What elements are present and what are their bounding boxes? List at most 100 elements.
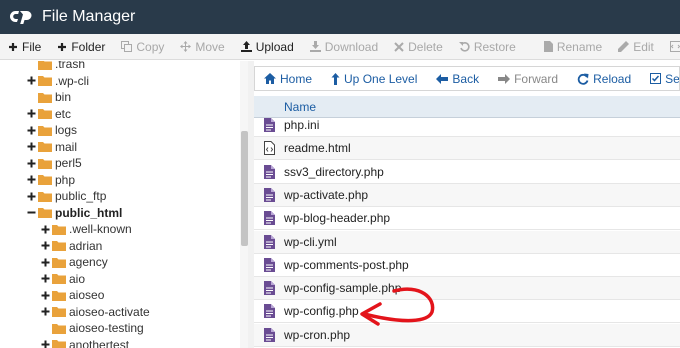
- tree-item-label: logs: [55, 123, 78, 137]
- tree-scrollbar[interactable]: [240, 61, 248, 348]
- pencil-icon: [618, 41, 630, 52]
- expand-icon[interactable]: [40, 225, 50, 234]
- folder-icon: [38, 174, 52, 185]
- tree-item[interactable]: .well-known: [40, 221, 132, 237]
- expand-icon[interactable]: [40, 307, 50, 316]
- copy-button[interactable]: Copy: [121, 40, 164, 54]
- folder-icon: [52, 224, 66, 235]
- expand-icon[interactable]: [40, 241, 50, 250]
- move-button[interactable]: Move: [180, 40, 225, 54]
- collapse-icon[interactable]: [26, 208, 36, 217]
- tree-item[interactable]: perl5: [26, 155, 82, 171]
- tree-item-label: mail: [55, 139, 78, 154]
- expand-icon[interactable]: [40, 291, 50, 300]
- file-icon: [254, 327, 284, 342]
- reload-icon: [577, 73, 589, 85]
- tree-item[interactable]: adrian: [40, 238, 102, 254]
- upload-button[interactable]: Upload: [240, 40, 294, 54]
- file-name: ssv3_directory.php: [284, 164, 384, 179]
- new-file-button[interactable]: File: [8, 40, 41, 54]
- tree-item[interactable]: aioseo: [40, 287, 104, 303]
- copy-label: Copy: [136, 39, 165, 54]
- file-row[interactable]: wp-config-sample.php: [254, 277, 680, 301]
- file-icon: [254, 281, 284, 296]
- select-all-button[interactable]: Select All: [650, 71, 680, 86]
- expand-icon[interactable]: [26, 192, 36, 201]
- tree-item[interactable]: php: [26, 172, 75, 188]
- home-icon: [264, 73, 276, 84]
- new-folder-label: Folder: [71, 39, 106, 54]
- tree-item[interactable]: mail: [26, 139, 77, 155]
- tree-item[interactable]: aio: [40, 271, 85, 287]
- plus-icon: [8, 42, 18, 52]
- new-folder-button[interactable]: Folder: [57, 40, 105, 54]
- folder-icon: [38, 108, 52, 119]
- file-row[interactable]: wp-cli.yml: [254, 230, 680, 254]
- folder-icon: [38, 158, 52, 169]
- up-one-level-button[interactable]: Up One Level: [331, 72, 417, 86]
- tree-item[interactable]: aioseo-activate: [40, 304, 150, 320]
- expand-icon[interactable]: [26, 142, 36, 151]
- tree-item-label: adrian: [69, 238, 103, 253]
- file-name: wp-blog-header.php: [284, 211, 391, 226]
- tree-scrollbar-thumb[interactable]: [241, 131, 248, 246]
- navigation-bar: Home Up One Level Back Forward Reload Se…: [254, 66, 680, 91]
- download-button[interactable]: Download: [309, 40, 378, 54]
- expand-icon[interactable]: [40, 258, 50, 267]
- html-editor-button[interactable]: HT: [669, 40, 680, 54]
- file-icon: [543, 41, 553, 52]
- file-row[interactable]: wp-config.php: [254, 300, 680, 324]
- file-row[interactable]: wp-comments-post.php: [254, 254, 680, 277]
- up-one-level-label: Up One Level: [344, 71, 418, 86]
- tree-item[interactable]: aioseo-testing: [40, 320, 144, 336]
- tree-item[interactable]: etc: [26, 106, 71, 122]
- expand-icon[interactable]: [26, 76, 36, 85]
- folder-icon: [52, 257, 66, 268]
- expand-icon[interactable]: [40, 274, 50, 283]
- tree-item-label: bin: [55, 90, 72, 104]
- tree-item[interactable]: agency: [40, 254, 108, 270]
- tree-item[interactable]: bin: [26, 89, 71, 105]
- tree-item[interactable]: public_ftp: [26, 188, 106, 204]
- expand-icon[interactable]: [26, 109, 36, 118]
- folder-icon: [38, 75, 52, 86]
- arrow-left-icon: [436, 73, 449, 84]
- file-row[interactable]: readme.html: [254, 137, 680, 161]
- folder-icon: [38, 191, 52, 202]
- restore-label: Restore: [473, 39, 516, 54]
- file-row[interactable]: wp-blog-header.php: [254, 207, 680, 231]
- rename-button[interactable]: Rename: [543, 39, 603, 54]
- home-button[interactable]: Home: [264, 72, 312, 86]
- file-row[interactable]: wp-cron.php: [254, 323, 680, 347]
- forward-label: Forward: [514, 71, 559, 86]
- tree-item[interactable]: logs: [26, 122, 77, 138]
- folder-icon: [52, 339, 66, 348]
- tree-item[interactable]: anothertest: [40, 337, 129, 348]
- tree-item[interactable]: .wp-cli: [26, 73, 89, 89]
- file-row[interactable]: ssv3_directory.php: [254, 161, 680, 184]
- rename-label: Rename: [556, 39, 603, 54]
- reload-button[interactable]: Reload: [577, 72, 631, 86]
- cpanel-logo[interactable]: [10, 8, 34, 26]
- delete-button[interactable]: Delete: [394, 40, 443, 54]
- back-button[interactable]: Back: [436, 72, 479, 86]
- expand-icon[interactable]: [40, 340, 50, 348]
- expand-icon[interactable]: [26, 159, 36, 168]
- tree-item-label: .well-known: [69, 222, 132, 236]
- select-all-label: Select All: [665, 71, 680, 86]
- file-row[interactable]: wp-activate.php: [254, 183, 680, 207]
- file-row[interactable]: php.ini: [254, 114, 680, 137]
- tree-item-label: .trash: [55, 61, 86, 71]
- forward-button[interactable]: Forward: [498, 72, 558, 86]
- tree-item[interactable]: .trash: [26, 61, 85, 72]
- folder-icon: [52, 240, 66, 251]
- restore-button[interactable]: Restore: [458, 39, 516, 54]
- tree-item[interactable]: public_html: [26, 205, 122, 221]
- title-bar: File Manager: [0, 0, 680, 34]
- file-icon: [254, 304, 284, 319]
- tree-item-label: anothertest: [69, 337, 130, 348]
- tree-item-label: aio: [69, 271, 86, 286]
- expand-icon[interactable]: [26, 126, 36, 135]
- edit-button[interactable]: Edit: [618, 40, 654, 54]
- expand-icon[interactable]: [26, 175, 36, 184]
